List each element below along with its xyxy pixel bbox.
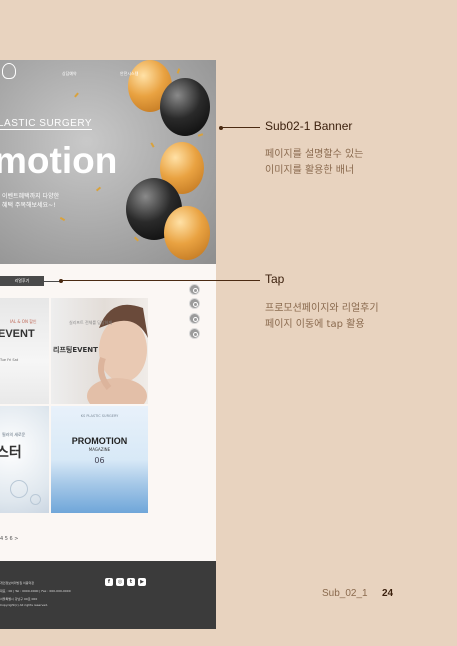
annotation-desc-line: 프로모션페이지와 리얼후기 bbox=[265, 303, 379, 314]
black-balloon bbox=[160, 78, 210, 136]
quick-menu-icon[interactable] bbox=[189, 328, 200, 339]
annotation-desc-line: 페이지를 설명할수 있는 bbox=[265, 149, 364, 160]
footer-links[interactable]: 개인정보처리방침 이용약관 bbox=[0, 581, 34, 585]
card-subtext: 실리프트 전체를 당당하게 bbox=[69, 320, 113, 325]
banner-subtitle: 이벤트혜택까지 다양한 혜택 주목해보세요~! bbox=[2, 193, 60, 209]
tab-real-review[interactable]: 리얼후기 bbox=[0, 276, 44, 286]
card-subtitle: MAGAZINE bbox=[88, 447, 111, 452]
banner-annotation-desc: 페이지를 설명할수 있는 이미지를 활용한 배너 bbox=[265, 147, 450, 179]
page-number: 24 bbox=[382, 588, 394, 599]
top-nav: 상담예약 안전시스템 bbox=[0, 60, 216, 82]
website-mockup: LASTIC SURGERY motion 이벤트혜택까지 다양한 혜택 주목해… bbox=[0, 60, 216, 629]
water-bubble bbox=[30, 494, 41, 505]
instagram-icon[interactable]: ◎ bbox=[116, 578, 124, 586]
confetti bbox=[74, 92, 79, 98]
quick-menu-icon[interactable] bbox=[189, 313, 200, 324]
quick-menu-icon[interactable] bbox=[189, 284, 200, 295]
card-title: EVENT bbox=[0, 328, 35, 340]
event-card[interactable]: IAL & ON 할인 EVENT Tue Fri Sat bbox=[0, 298, 49, 404]
confetti bbox=[59, 216, 66, 222]
confetti bbox=[134, 236, 139, 242]
pagination[interactable]: 4 5 6 > bbox=[0, 536, 19, 542]
banner-title: motion bbox=[0, 140, 118, 181]
annotation-desc-line: 페이지 이동에 tap 활용 bbox=[265, 319, 365, 330]
annotation-desc-line: 이미지를 활용한 배너 bbox=[265, 165, 355, 176]
quick-menu-icon[interactable] bbox=[189, 298, 200, 309]
annotation-line bbox=[221, 127, 260, 128]
card-brand: KS PLASTIC SURGERY bbox=[80, 414, 119, 418]
footer-copyright: Copyright(c) All rights reserved. bbox=[0, 603, 48, 607]
lifting-event-card[interactable]: 실리프트 전체를 당당하게 리프팅EVENT bbox=[51, 298, 148, 404]
confetti bbox=[197, 133, 204, 137]
gold-balloon bbox=[164, 206, 210, 260]
card-issue-number: 06 bbox=[94, 456, 105, 465]
facebook-icon[interactable]: f bbox=[105, 578, 113, 586]
card-subtext: IAL & ON 할인 bbox=[10, 319, 37, 324]
nav-item-reservation[interactable]: 상담예약 bbox=[62, 71, 77, 77]
card-title: PROMOTION bbox=[71, 436, 128, 446]
card-days: Tue Fri Sat bbox=[0, 358, 19, 362]
nav-item-safety[interactable]: 안전시스템 bbox=[120, 71, 138, 77]
logo[interactable] bbox=[2, 63, 16, 79]
annotation-line bbox=[61, 280, 260, 281]
confetti bbox=[150, 142, 155, 148]
card-subtext: 필러의 새로운 bbox=[2, 432, 26, 437]
confetti bbox=[95, 186, 102, 192]
banner-surgery-text: LASTIC SURGERY bbox=[0, 118, 93, 130]
footer-info: 대표 : 00 | Tel : 0000-0000 | Fax : 000-00… bbox=[0, 589, 71, 593]
tap-annotation-desc: 프로모션페이지와 리얼후기 페이지 이동에 tap 활용 bbox=[265, 301, 450, 333]
page-label: Sub_02_1 bbox=[322, 588, 368, 599]
tap-annotation-title: Tap bbox=[265, 272, 285, 286]
youtube-icon[interactable]: ▶ bbox=[138, 578, 146, 586]
card-title: 스터 bbox=[0, 445, 22, 461]
promotion-banner: LASTIC SURGERY motion 이벤트혜택까지 다양한 혜택 주목해… bbox=[0, 60, 216, 264]
twitter-icon[interactable]: t bbox=[127, 578, 135, 586]
water-bubble bbox=[10, 480, 28, 498]
site-footer: 개인정보처리방침 이용약관 대표 : 00 | Tel : 0000-0000 … bbox=[0, 561, 216, 629]
card-title: 리프팅EVENT bbox=[53, 346, 98, 354]
promotion-magazine-card[interactable]: KS PLASTIC SURGERY PROMOTION MAGAZINE 06 bbox=[51, 406, 148, 513]
booster-card[interactable]: 필러의 새로운 스터 bbox=[0, 406, 49, 513]
footer-address: 서울특별시 강남구 00로 000 bbox=[0, 597, 38, 601]
banner-annotation-title: Sub02-1 Banner bbox=[265, 119, 353, 133]
